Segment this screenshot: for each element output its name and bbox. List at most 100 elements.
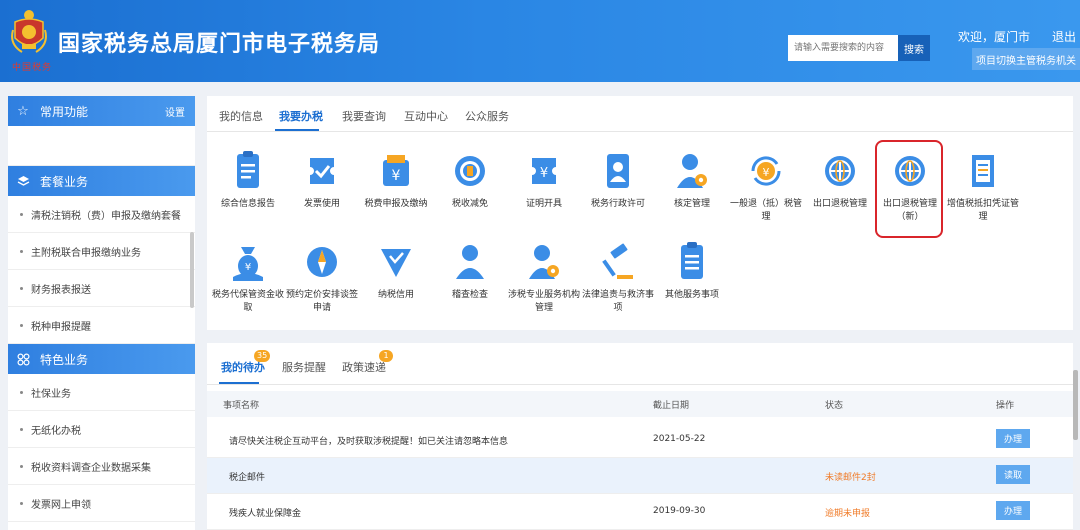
sidebar-scrollbar[interactable]: [190, 232, 194, 308]
read-button[interactable]: 读取: [996, 465, 1030, 484]
func-tax-credit[interactable]: 纳税信用: [359, 241, 433, 302]
func-label: 税费申报及缴纳: [364, 199, 428, 209]
column-header: 事项名称: [223, 401, 260, 411]
row-status: 未读邮件2封: [825, 473, 876, 483]
refund-yuan-icon: ¥: [751, 156, 781, 186]
list-icon: [681, 242, 703, 279]
compass-icon: [307, 247, 337, 277]
func-other-services[interactable]: 其他服务事项: [655, 241, 729, 302]
sidebar-item[interactable]: 清税注销税（费）申报及缴纳套餐: [8, 196, 195, 233]
gavel-icon: [602, 243, 633, 279]
func-export-refund[interactable]: 出口退税管理: [803, 150, 877, 211]
row-name: 残疾人就业保障金: [229, 509, 302, 519]
func-certificate[interactable]: ¥ 证明开具: [507, 150, 581, 211]
star-icon: ☆: [17, 103, 29, 119]
receipt-icon: [972, 155, 994, 187]
func-tax-reduction[interactable]: 税收减免: [433, 150, 507, 211]
todo-tabs: 我的待办 35 服务提醒 政策速递 1: [207, 343, 1073, 385]
func-assessment[interactable]: 核定管理: [655, 150, 729, 211]
highlight-box: [875, 140, 943, 238]
ticket-yuan-icon: ¥: [532, 158, 556, 184]
sidebar-section-package[interactable]: 套餐业务: [8, 166, 195, 196]
func-vat-deduction[interactable]: 增值税抵扣凭证管理: [946, 150, 1020, 224]
money-bag-icon: ¥: [233, 247, 263, 281]
column-header: 截止日期: [653, 401, 690, 411]
func-agency-management[interactable]: 涉税专业服务机构管理: [507, 241, 581, 315]
todo-panel: 我的待办 35 服务提醒 政策速递 1 事项名称 截止日期 状态 操作 请尽快关…: [207, 343, 1073, 530]
tab-my-info[interactable]: 我的信息: [219, 108, 263, 124]
func-fund-custody[interactable]: ¥ 税务代保管资金收取: [211, 241, 285, 315]
svg-text:¥: ¥: [392, 168, 401, 184]
section-title: 特色业务: [40, 352, 89, 367]
svg-text:¥: ¥: [763, 166, 770, 179]
header-bar: 中国税务 国家税务总局厦门市电子税务局 搜索 欢迎，厦门市 退出 项目切换主管税…: [0, 0, 1080, 82]
func-general-refund[interactable]: ¥ 一般退（抵）税管理: [729, 150, 803, 224]
func-label: 出口退税管理: [812, 199, 867, 209]
func-label: 证明开具: [525, 199, 562, 209]
welcome-text: 欢迎，厦门市: [958, 30, 1031, 44]
func-admin-license[interactable]: 税务行政许可: [581, 150, 655, 211]
sidebar: ☆ 常用功能 设置 套餐业务 清税注销税（费）申报及缴纳套餐 主附税联合申报缴纳…: [8, 96, 195, 530]
layers-icon: [16, 174, 30, 188]
column-header: 状态: [825, 401, 844, 411]
table-header: 事项名称 截止日期 状态 操作: [207, 391, 1073, 417]
func-pricing-arrangement[interactable]: 预约定价安排谈签申请: [285, 241, 359, 315]
func-comprehensive-report[interactable]: 综合信息报告: [211, 150, 285, 211]
func-legal-remedy[interactable]: 法律追责与救济事项: [581, 241, 655, 315]
tab-tax-handling[interactable]: 我要办税: [279, 108, 323, 124]
func-label: 预约定价安排谈签申请: [285, 290, 358, 313]
tab-service-reminder[interactable]: 服务提醒: [282, 359, 326, 375]
row-name: 请尽快关注税企互动平台，及时获取涉税提醒！如已关注请忽略本信息: [229, 437, 509, 447]
search-input[interactable]: [788, 35, 898, 61]
id-card-icon: [607, 154, 629, 188]
svg-text:¥: ¥: [540, 166, 548, 181]
row-name: 税企邮件: [229, 473, 266, 483]
active-tab-indicator: [219, 382, 259, 384]
func-label: 税收减免: [451, 199, 488, 209]
sidebar-item[interactable]: 税收资料调查企业数据采集: [8, 448, 195, 485]
func-label: 稽查检查: [451, 290, 488, 300]
tab-query[interactable]: 我要查询: [342, 108, 386, 124]
shield-check-icon: [381, 249, 411, 277]
func-label: 综合信息报告: [220, 199, 275, 209]
sidebar-section-common[interactable]: ☆ 常用功能 设置: [8, 96, 195, 126]
settings-link[interactable]: 设置: [165, 104, 185, 119]
sidebar-item[interactable]: 财务报表报送: [8, 270, 195, 307]
func-invoice-use[interactable]: 发票使用: [285, 150, 359, 211]
tax-emblem-icon: [11, 10, 47, 53]
emblem-caption: 中国税务: [12, 63, 53, 73]
active-tab-indicator: [275, 129, 319, 131]
func-label: 一般退（抵）税管理: [729, 199, 802, 222]
tab-policy-express[interactable]: 政策速递: [342, 359, 386, 375]
user-gear-icon: [529, 245, 559, 279]
column-header: 操作: [996, 401, 1015, 411]
row-date: 2021-05-22: [653, 434, 706, 444]
switch-tax-authority-button[interactable]: 项目切换主管税务机关: [972, 48, 1080, 70]
row-status: 逾期未申报: [825, 509, 871, 519]
search-button[interactable]: 搜索: [898, 35, 930, 61]
tab-public-service[interactable]: 公众服务: [465, 108, 509, 124]
globe-icon: [825, 156, 855, 186]
common-functions-area: [8, 126, 195, 166]
main-tabs: 我的信息 我要办税 我要查询 互动中心 公众服务: [207, 96, 1073, 132]
sidebar-item[interactable]: 社保业务: [8, 374, 195, 411]
sidebar-section-special[interactable]: 特色业务: [8, 344, 195, 374]
tab-interaction[interactable]: 互动中心: [404, 108, 448, 124]
func-tax-declare-pay[interactable]: ¥ 税费申报及缴纳: [359, 150, 433, 211]
todo-count-badge: 35: [254, 350, 271, 362]
grid-icon: [16, 352, 30, 366]
sidebar-item[interactable]: 发票网上申领: [8, 485, 195, 522]
func-label: 其他服务事项: [664, 290, 719, 300]
logout-link[interactable]: 退出: [1052, 28, 1076, 45]
sidebar-item[interactable]: 主附税联合申报缴纳业务: [8, 233, 195, 270]
svg-text:¥: ¥: [245, 262, 251, 273]
main-scrollbar[interactable]: [1073, 370, 1078, 440]
section-title: 套餐业务: [40, 174, 89, 189]
sidebar-item[interactable]: 无纸化办税: [8, 411, 195, 448]
sidebar-item[interactable]: 税种申报提醒: [8, 307, 195, 344]
coin-stack-icon: [455, 156, 485, 186]
func-audit-inspection[interactable]: 稽查检查: [433, 241, 507, 302]
handle-button[interactable]: 办理: [996, 501, 1030, 520]
handle-button[interactable]: 办理: [996, 429, 1030, 448]
table-row: 残疾人就业保障金 2019-09-30 逾期未申报 办理: [207, 494, 1073, 530]
